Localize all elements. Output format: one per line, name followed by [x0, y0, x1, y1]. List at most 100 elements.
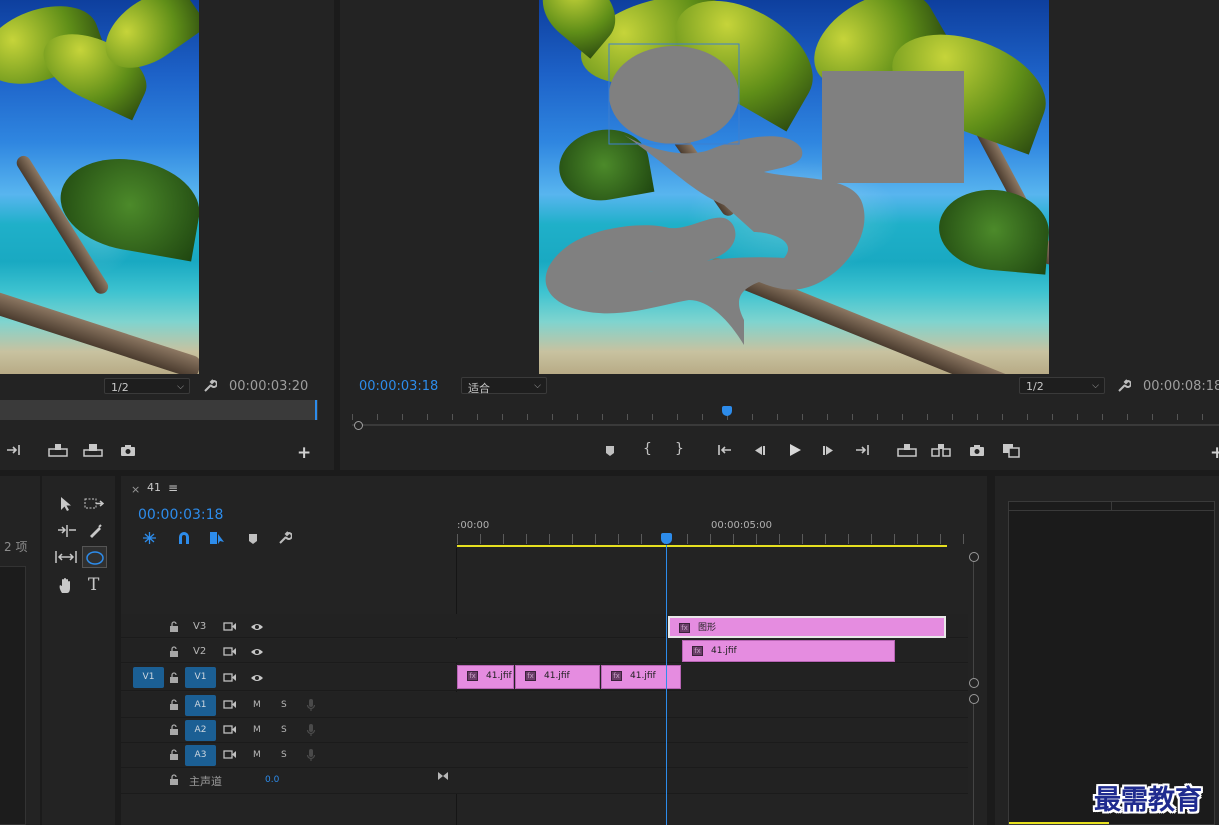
timeline-settings-icon[interactable] — [278, 531, 292, 545]
source-timecode: 00:00:03:20 — [229, 379, 309, 394]
selection-tool-icon[interactable] — [59, 496, 73, 512]
track-target-v1[interactable]: V1 — [185, 667, 216, 688]
lock-icon[interactable] — [169, 724, 179, 735]
mute-a2[interactable]: M — [253, 725, 261, 735]
hamburger-menu-icon[interactable]: ≡ — [168, 481, 178, 495]
track-select-icon[interactable] — [84, 497, 104, 511]
program-resolution-select[interactable]: 1/2 ⌵ — [1019, 377, 1105, 394]
lock-icon[interactable] — [169, 749, 179, 760]
microphone-icon[interactable] — [306, 698, 316, 712]
track-target-a1[interactable]: A1 — [185, 695, 216, 716]
fx-badge: fx — [692, 646, 703, 656]
toggle-sync-icon[interactable] — [223, 621, 237, 632]
ripple-edit-icon[interactable] — [57, 523, 77, 539]
v1-clip-1[interactable]: fx 41.jfif — [457, 665, 514, 689]
timeline-current-time[interactable]: 00:00:03:18 — [138, 507, 223, 523]
type-tool-icon[interactable]: T — [88, 575, 99, 595]
source-resolution-select[interactable]: 1/2 ⌵ — [104, 378, 190, 394]
go-to-start-end-icon[interactable] — [437, 771, 449, 781]
audio-meters-panel — [995, 476, 1219, 825]
track-label-v2[interactable]: V2 — [193, 646, 206, 657]
ellipse-tool-button[interactable] — [82, 546, 107, 568]
source-scrub-end-marker — [315, 400, 317, 420]
track-label-v3[interactable]: V3 — [193, 621, 206, 632]
export-frame-icon[interactable] — [969, 444, 985, 457]
scroll-handle-audio[interactable] — [969, 694, 979, 704]
lift-icon[interactable] — [897, 443, 917, 457]
mute-a1[interactable]: M — [253, 700, 261, 710]
extract-icon[interactable] — [931, 443, 951, 457]
toggle-sync-icon[interactable] — [223, 724, 237, 735]
zoom-scrollbar-handle[interactable] — [354, 421, 363, 430]
compare-icon[interactable] — [1002, 443, 1020, 458]
audio-meter-divider — [1111, 501, 1112, 511]
wrench-icon[interactable] — [1117, 379, 1131, 393]
source-scrub-bar[interactable] — [0, 400, 318, 420]
v1-clip-2[interactable]: fx 41.jfif — [515, 665, 600, 689]
timeline-tab-close[interactable]: × — [131, 483, 140, 496]
scroll-handle-top[interactable] — [969, 552, 979, 562]
solo-a3[interactable]: S — [281, 750, 287, 760]
play-icon[interactable] — [788, 443, 802, 457]
v1-clip-3[interactable]: fx 41.jfif — [601, 665, 681, 689]
toggle-sync-icon[interactable] — [223, 672, 237, 683]
lock-icon[interactable] — [169, 646, 179, 657]
source-monitor-frame — [0, 0, 199, 374]
eye-icon[interactable] — [250, 647, 264, 657]
step-back-icon[interactable] — [752, 445, 766, 456]
go-to-out-icon[interactable] — [855, 444, 871, 456]
v2-clip[interactable]: fx 41.jfif — [682, 640, 895, 662]
video-tracks-scrollbar[interactable] — [973, 558, 974, 682]
overwrite-icon[interactable] — [83, 443, 103, 457]
button-editor-plus-icon[interactable]: + — [297, 443, 311, 463]
nest-icon[interactable] — [142, 531, 157, 545]
wrench-icon[interactable] — [203, 379, 217, 393]
mark-out-icon[interactable]: } — [675, 441, 684, 457]
graphic-clip[interactable]: fx 图形 — [668, 616, 946, 638]
lock-icon[interactable] — [169, 621, 179, 632]
rectangle-shape — [822, 71, 964, 183]
toggle-sync-icon[interactable] — [223, 749, 237, 760]
program-time-ruler[interactable] — [352, 406, 1219, 420]
zoom-scrollbar[interactable] — [352, 424, 1219, 426]
hand-tool-icon[interactable] — [58, 577, 74, 594]
step-forward-icon[interactable] — [822, 445, 836, 456]
linked-selection-icon[interactable] — [209, 531, 225, 545]
lock-icon[interactable] — [169, 672, 179, 683]
timeline-playhead-handle[interactable] — [661, 533, 672, 544]
lock-icon[interactable] — [169, 774, 179, 785]
audio-tracks-scrollbar[interactable] — [973, 700, 974, 825]
slip-tool-icon[interactable] — [55, 550, 77, 564]
insert-icon[interactable] — [48, 443, 68, 457]
master-volume[interactable]: 0.0 — [265, 775, 279, 785]
go-to-out-icon[interactable] — [6, 444, 22, 456]
track-target-a2[interactable]: A2 — [185, 720, 216, 741]
scroll-handle-mid[interactable] — [969, 678, 979, 688]
timeline-ruler[interactable] — [457, 534, 968, 544]
microphone-icon[interactable] — [306, 748, 316, 762]
mute-a3[interactable]: M — [253, 750, 261, 760]
timeline-marker-icon[interactable] — [248, 533, 258, 545]
button-editor-plus-icon[interactable]: + — [1210, 443, 1219, 463]
mark-in-icon[interactable]: { — [643, 441, 652, 457]
microphone-icon[interactable] — [306, 723, 316, 737]
source-patch-v1[interactable]: V1 — [133, 667, 164, 688]
snap-icon[interactable] — [177, 531, 191, 545]
timeline-sequence-name[interactable]: 41 — [147, 481, 161, 494]
toggle-sync-icon[interactable] — [223, 646, 237, 657]
work-area-bar[interactable] — [457, 545, 947, 547]
track-target-a3[interactable]: A3 — [185, 745, 216, 766]
lock-icon[interactable] — [169, 699, 179, 710]
solo-a2[interactable]: S — [281, 725, 287, 735]
toggle-sync-icon[interactable] — [223, 699, 237, 710]
program-playhead[interactable] — [722, 406, 732, 416]
go-to-in-icon[interactable] — [717, 444, 733, 456]
add-marker-icon[interactable] — [605, 445, 615, 457]
export-frame-icon[interactable] — [120, 444, 136, 457]
razor-tool-icon[interactable] — [87, 523, 103, 539]
program-current-time[interactable]: 00:00:03:18 — [359, 379, 438, 394]
program-zoom-select[interactable]: 适合 ⌵ — [461, 377, 547, 395]
solo-a1[interactable]: S — [281, 700, 287, 710]
eye-icon[interactable] — [250, 622, 264, 632]
eye-icon[interactable] — [250, 673, 264, 683]
